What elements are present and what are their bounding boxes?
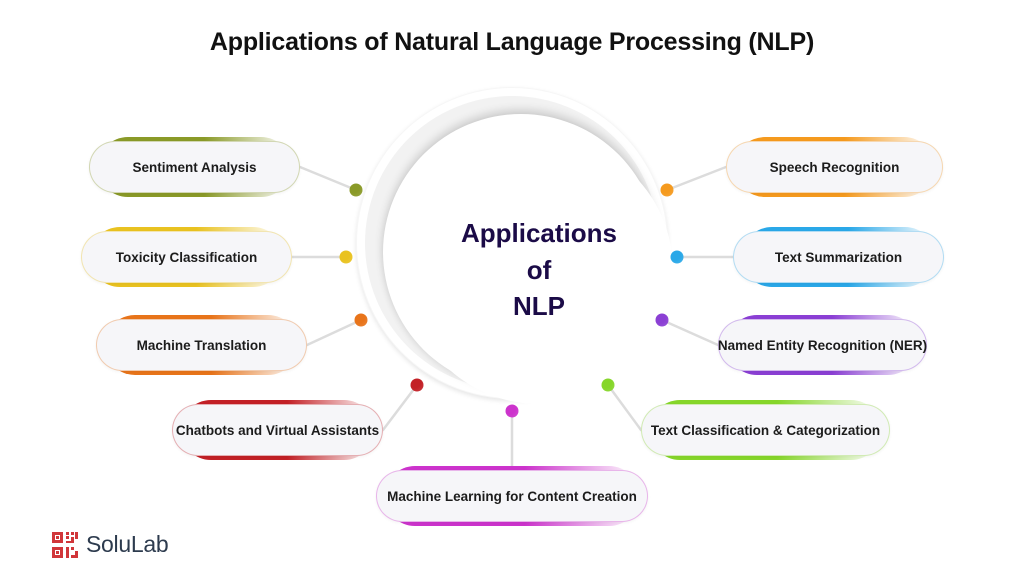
hub-outer-ring: Applications of NLP bbox=[356, 87, 673, 404]
node-box-machine-learning-for-content-creation[interactable]: Machine Learning for Content Creation bbox=[376, 466, 648, 526]
hub-title-line-2: of bbox=[526, 254, 552, 285]
node-pill[interactable]: Text Summarization bbox=[733, 231, 944, 283]
node-pill[interactable]: Machine Translation bbox=[96, 319, 307, 371]
hub-title-line-1: Applications bbox=[460, 217, 617, 248]
node-box-chatbots-and-virtual-assistants[interactable]: Chatbots and Virtual Assistants bbox=[172, 400, 383, 460]
node-box-text-classification-and-categorization[interactable]: Text Classification & Categorization bbox=[641, 400, 890, 460]
node-dot-machine-learning-for-content-creation[interactable] bbox=[505, 404, 519, 418]
node-label: Text Summarization bbox=[774, 249, 903, 265]
node-pill[interactable]: Named Entity Recognition (NER) bbox=[718, 319, 927, 371]
node-label: Machine Learning for Content Creation bbox=[387, 488, 637, 504]
node-dot-named-entity-recognition[interactable] bbox=[655, 313, 669, 327]
connector-machine-translation bbox=[305, 318, 363, 347]
node-label: Toxicity Classification bbox=[115, 249, 258, 265]
node-dot-sentiment-analysis[interactable] bbox=[349, 183, 363, 197]
brand-logo[interactable]: SoluLab bbox=[52, 531, 169, 558]
node-label: Speech Recognition bbox=[769, 159, 900, 175]
node-pill[interactable]: Toxicity Classification bbox=[81, 231, 292, 283]
solulab-logo-icon bbox=[52, 531, 78, 558]
connector-sentiment-analysis bbox=[298, 165, 358, 192]
node-box-toxicity-classification[interactable]: Toxicity Classification bbox=[81, 227, 292, 287]
hub-title-line-3: NLP bbox=[513, 291, 565, 322]
hub-face: Applications of NLP bbox=[405, 136, 673, 404]
node-box-sentiment-analysis[interactable]: Sentiment Analysis bbox=[89, 137, 300, 197]
node-label: Sentiment Analysis bbox=[132, 159, 257, 175]
node-pill[interactable]: Speech Recognition bbox=[726, 141, 943, 193]
node-dot-machine-translation[interactable] bbox=[354, 313, 368, 327]
node-dot-chatbots-and-virtual-assistants[interactable] bbox=[410, 378, 424, 392]
brand-name: SoluLab bbox=[86, 531, 169, 557]
node-label: Text Classification & Categorization bbox=[650, 422, 881, 438]
diagram-canvas: Applications of Natural Language Process… bbox=[0, 0, 1024, 577]
hub-ring-gap: Applications of NLP bbox=[365, 96, 673, 404]
node-pill[interactable]: Sentiment Analysis bbox=[89, 141, 300, 193]
node-pill[interactable]: Chatbots and Virtual Assistants bbox=[172, 404, 383, 456]
hub-inner-ring: Applications of NLP bbox=[383, 114, 673, 404]
node-pill[interactable]: Machine Learning for Content Creation bbox=[376, 470, 648, 522]
node-dot-text-summarization[interactable] bbox=[670, 250, 684, 264]
node-box-machine-translation[interactable]: Machine Translation bbox=[96, 315, 307, 375]
page-title: Applications of Natural Language Process… bbox=[209, 28, 815, 56]
node-dot-text-classification-and-categorization[interactable] bbox=[601, 378, 615, 392]
node-box-text-summarization[interactable]: Text Summarization bbox=[733, 227, 944, 287]
node-pill[interactable]: Text Classification & Categorization bbox=[641, 404, 890, 456]
node-dot-speech-recognition[interactable] bbox=[660, 183, 674, 197]
connector-speech-recognition bbox=[665, 165, 728, 192]
node-label: Machine Translation bbox=[136, 337, 267, 353]
node-label: Chatbots and Virtual Assistants bbox=[175, 422, 380, 438]
node-dot-toxicity-classification[interactable] bbox=[339, 250, 353, 264]
central-hub: Applications of NLP bbox=[356, 87, 673, 404]
node-box-named-entity-recognition[interactable]: Named Entity Recognition (NER) bbox=[718, 315, 927, 375]
node-box-speech-recognition[interactable]: Speech Recognition bbox=[726, 137, 943, 197]
node-label: Named Entity Recognition (NER) bbox=[717, 337, 928, 353]
